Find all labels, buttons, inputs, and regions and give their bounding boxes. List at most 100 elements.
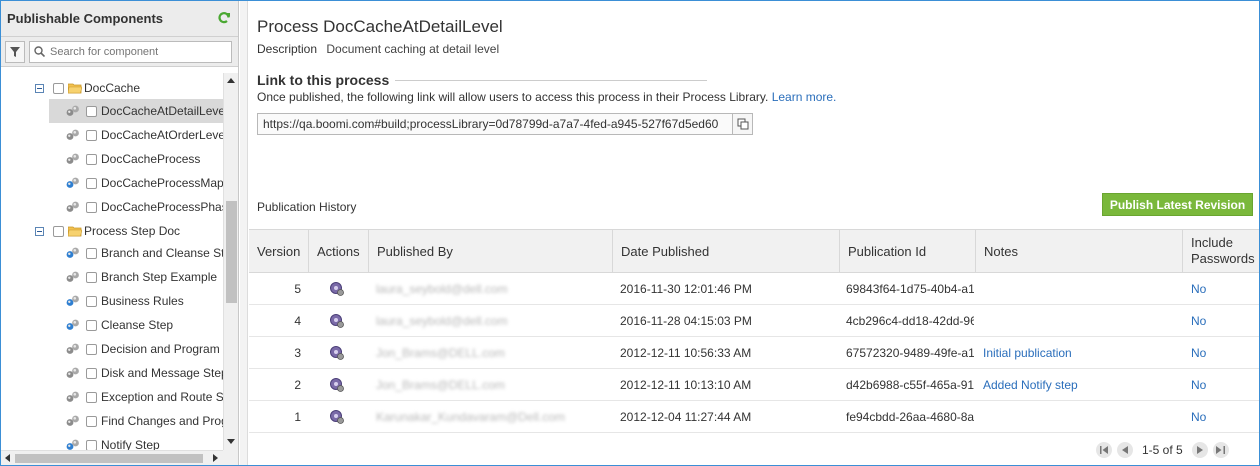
previous-page-button[interactable]	[1117, 442, 1133, 458]
tree-checkbox[interactable]	[86, 201, 97, 213]
process-icon	[66, 439, 79, 450]
process-icon	[66, 415, 79, 426]
include-passwords-cell[interactable]: No	[1191, 369, 1251, 400]
tree-checkbox[interactable]	[53, 225, 64, 237]
tree-item[interactable]: Find Changes and Program Command	[49, 409, 223, 433]
actions-cell[interactable]	[329, 337, 351, 368]
notes-cell[interactable]: Initial publication	[983, 337, 1178, 368]
tree-checkbox[interactable]	[86, 391, 97, 403]
tree-checkbox[interactable]	[53, 82, 64, 94]
notes-cell[interactable]	[983, 273, 1178, 304]
tree-checkbox[interactable]	[86, 319, 97, 331]
actions-cell[interactable]	[329, 305, 351, 336]
notes-cell[interactable]	[983, 401, 1178, 432]
include-passwords-header[interactable]: Include Passwords	[1183, 230, 1259, 272]
tree-item[interactable]: Notify Step	[49, 433, 223, 450]
actions-gear-icon[interactable]	[329, 377, 345, 393]
scroll-right-icon[interactable]	[213, 454, 218, 462]
publication-id-cell: 67572320-9489-49fe-a17	[846, 345, 974, 360]
tree-item[interactable]: DocCacheProcessPhase2	[49, 195, 223, 219]
scroll-thumb-horizontal[interactable]	[15, 454, 203, 463]
tree-item[interactable]: Exception and Route Steps	[49, 385, 223, 409]
tree-item[interactable]: Disk and Message Steps	[49, 361, 223, 385]
actions-gear-icon[interactable]	[329, 313, 345, 329]
tree-item[interactable]: DocCacheAtDetailLevel	[49, 99, 223, 123]
scroll-down-icon[interactable]	[227, 439, 235, 444]
tree-checkbox[interactable]	[86, 295, 97, 307]
date-published-cell: 2012-12-04 11:27:44 AM	[620, 409, 752, 424]
actions-header[interactable]: Actions	[309, 230, 369, 272]
notes-cell[interactable]	[983, 305, 1178, 336]
table-row[interactable]: 2 Jon_Brams@DELL.com 2012-12-11 10:13:10 A…	[249, 369, 1259, 401]
panel-splitter[interactable]	[240, 1, 248, 465]
tree-checkbox[interactable]	[86, 271, 97, 283]
first-page-button[interactable]	[1096, 442, 1112, 458]
process-url-field[interactable]: https://qa.boomi.com#build;processLibrar…	[257, 113, 753, 135]
tree-checkbox[interactable]	[86, 343, 97, 355]
filter-button[interactable]	[5, 40, 25, 63]
search-input[interactable]	[50, 45, 231, 58]
date-published-cell: 2012-12-11 10:56:33 AM	[620, 345, 752, 360]
include-passwords-cell[interactable]: No	[1191, 337, 1251, 368]
publication-id-cell: 69843f64-1d75-40b4-a17	[846, 281, 974, 296]
last-page-button[interactable]	[1212, 442, 1229, 458]
tree-checkbox[interactable]	[86, 153, 97, 165]
tree-checkbox[interactable]	[86, 415, 97, 427]
actions-cell[interactable]	[329, 273, 351, 304]
scroll-thumb[interactable]	[226, 201, 237, 303]
tree-checkbox[interactable]	[86, 247, 97, 259]
process-url[interactable]: https://qa.boomi.com#build;processLibrar…	[258, 117, 732, 131]
tree-item[interactable]: Branch and Cleanse Steps	[49, 241, 223, 265]
tree-label: Decision and Program Command	[101, 342, 223, 356]
vertical-scrollbar[interactable]	[223, 73, 238, 450]
actions-gear-icon[interactable]	[329, 345, 345, 361]
tree-item[interactable]: Decision and Program Command	[49, 337, 223, 361]
tree-checkbox[interactable]	[86, 439, 97, 450]
tree-checkbox[interactable]	[86, 367, 97, 379]
tree-folder[interactable]: DocCache	[35, 76, 223, 100]
table-row[interactable]: 4 laura_seybold@dell.com 2016-11-28 04:15:…	[249, 305, 1259, 337]
table-row[interactable]: 3 Jon_Brams@DELL.com 2012-12-11 10:56:33 A…	[249, 337, 1259, 369]
refresh-icon[interactable]	[217, 11, 231, 25]
notes-cell[interactable]: Added Notify step	[983, 369, 1178, 400]
tree-item[interactable]: Branch Step Example	[49, 265, 223, 289]
search-field[interactable]	[29, 40, 232, 63]
actions-gear-icon[interactable]	[329, 281, 345, 297]
tree-checkbox[interactable]	[86, 105, 97, 117]
table-row[interactable]: 1 Karunakar_Kundavaram@Dell.com 2012-12-04…	[249, 401, 1259, 433]
collapse-icon[interactable]	[35, 226, 44, 236]
tree-item[interactable]: DocCacheProcessMapping	[49, 171, 223, 195]
scroll-left-icon[interactable]	[5, 454, 10, 462]
section-divider	[395, 80, 707, 81]
copy-button[interactable]	[732, 114, 752, 134]
include-passwords-cell[interactable]: No	[1191, 273, 1251, 304]
tree-label: Branch and Cleanse Steps	[101, 246, 223, 260]
collapse-icon[interactable]	[35, 83, 44, 93]
table-row[interactable]: 5 laura_seybold@dell.com 2016-11-30 12:01:…	[249, 273, 1259, 305]
published-by-header[interactable]: Published By	[369, 230, 613, 272]
tree-item[interactable]: DocCacheProcess	[49, 147, 223, 171]
publication-history-title: Publication History	[257, 200, 357, 214]
date-published-header[interactable]: Date Published	[613, 230, 840, 272]
actions-cell[interactable]	[329, 369, 351, 400]
notes-header[interactable]: Notes	[976, 230, 1183, 272]
tree-folder[interactable]: Process Step Doc	[35, 219, 223, 243]
actions-gear-icon[interactable]	[329, 409, 345, 425]
include-passwords-cell[interactable]: No	[1191, 401, 1251, 432]
process-icon	[66, 177, 79, 188]
tree-checkbox[interactable]	[86, 129, 97, 141]
publish-latest-revision-button[interactable]: Publish Latest Revision	[1102, 193, 1253, 216]
version-header[interactable]: Version	[249, 230, 309, 272]
include-passwords-cell[interactable]: No	[1191, 305, 1251, 336]
publication-id-header[interactable]: Publication Id	[840, 230, 976, 272]
learn-more-link[interactable]: Learn more.	[772, 90, 837, 104]
actions-cell[interactable]	[329, 401, 351, 432]
published-by-cell: laura_seybold@dell.com	[376, 281, 508, 296]
tree-checkbox[interactable]	[86, 177, 97, 189]
scroll-up-icon[interactable]	[227, 78, 235, 83]
horizontal-scrollbar[interactable]	[1, 450, 223, 465]
tree-item[interactable]: DocCacheAtOrderLevel	[49, 123, 223, 147]
tree-item[interactable]: Business Rules	[49, 289, 223, 313]
tree-item[interactable]: Cleanse Step	[49, 313, 223, 337]
next-page-button[interactable]	[1191, 442, 1208, 458]
